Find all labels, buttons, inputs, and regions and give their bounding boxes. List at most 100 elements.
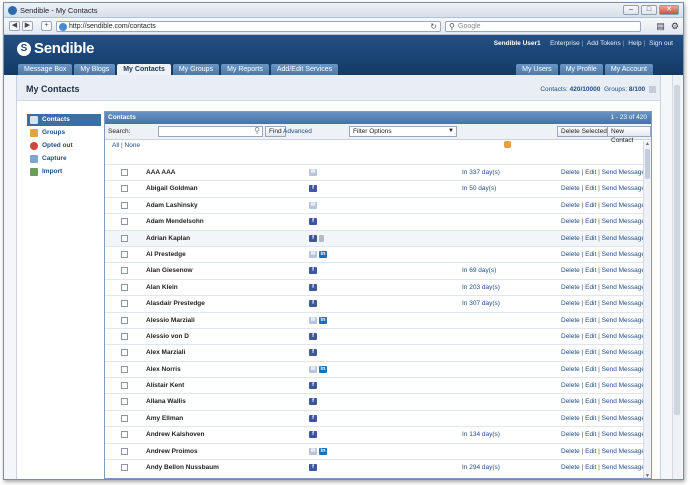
delete-link[interactable]: Delete	[561, 251, 580, 258]
panel-scrollbar[interactable]: ▲ ▼	[643, 141, 651, 478]
back-icon[interactable]: ◀	[9, 21, 20, 31]
send-message-link[interactable]: Send Message	[602, 317, 645, 324]
delete-link[interactable]: Delete	[561, 398, 580, 405]
tab-my-profile[interactable]: My Profile	[559, 64, 603, 75]
send-message-link[interactable]: Send Message	[602, 382, 645, 389]
contact-row[interactable]: Adam Mendelsohn f Delete | Edit | Send Mes…	[105, 213, 645, 229]
row-checkbox[interactable]	[121, 250, 128, 258]
row-checkbox[interactable]	[121, 234, 128, 242]
contact-name[interactable]: Alistair Kent	[146, 382, 184, 389]
delete-link[interactable]: Delete	[561, 300, 580, 307]
row-checkbox[interactable]	[121, 398, 128, 406]
page-menu-icon[interactable]: ▤	[656, 21, 665, 32]
refresh-icon[interactable]: ↻	[430, 22, 437, 31]
contact-row[interactable]: Alessio Marziali ✉ in Delete | Edit | Send …	[105, 311, 645, 328]
contact-name[interactable]: Alex Marziali	[146, 349, 185, 356]
contact-row[interactable]: Alan Giesenow f In 69 day(s) Delete | Edit …	[105, 262, 645, 278]
edit-link[interactable]: Edit	[585, 349, 596, 356]
close-button[interactable]: ✕	[659, 5, 679, 15]
tab-add-edit-services[interactable]: Add/Edit Services	[270, 64, 339, 75]
edit-link[interactable]: Edit	[585, 202, 596, 209]
link-sign-out[interactable]: Sign out	[649, 40, 673, 47]
reminder-due[interactable]: In 50 day(s)	[462, 185, 496, 192]
contact-name[interactable]: Al Prestedge	[146, 251, 186, 258]
scroll-down-icon[interactable]: ▼	[644, 473, 651, 478]
contact-name[interactable]: Alessio Marziali	[146, 317, 195, 324]
edit-link[interactable]: Edit	[585, 448, 596, 455]
reminder-due[interactable]: In 337 day(s)	[462, 169, 500, 176]
settings-gear-icon[interactable]: ⚙	[671, 21, 679, 32]
edit-link[interactable]: Edit	[585, 300, 596, 307]
edit-link[interactable]: Edit	[585, 284, 596, 291]
row-checkbox[interactable]	[121, 218, 128, 226]
row-checkbox[interactable]	[121, 201, 128, 209]
contact-row[interactable]: Abigail Goldman f In 50 day(s) Delete | Edi…	[105, 180, 645, 196]
contact-row[interactable]: Adrian Kaplan f Delete | Edit | Send Messa…	[105, 229, 645, 246]
row-checkbox[interactable]	[121, 300, 128, 308]
send-message-link[interactable]: Send Message	[602, 415, 645, 422]
contact-name[interactable]: Andy Bellon Nussbaum	[146, 464, 219, 471]
row-checkbox[interactable]	[121, 316, 128, 324]
delete-link[interactable]: Delete	[561, 366, 580, 373]
send-message-link[interactable]: Send Message	[602, 284, 645, 291]
contact-row[interactable]: Adam Lashinsky ✉ Delete | Edit | Send Mess…	[105, 196, 645, 213]
contact-row[interactable]: Al Prestedge ✉ in Delete | Edit | Send Mess…	[105, 245, 645, 262]
edit-link[interactable]: Edit	[585, 235, 596, 242]
delete-link[interactable]: Delete	[561, 169, 580, 176]
row-checkbox[interactable]	[121, 267, 128, 275]
minimize-button[interactable]: –	[623, 5, 639, 15]
edit-link[interactable]: Edit	[585, 218, 596, 225]
delete-link[interactable]: Delete	[561, 284, 580, 291]
link-help[interactable]: Help	[628, 40, 641, 47]
sidebar-item-contacts[interactable]: Contacts	[27, 114, 101, 126]
edit-link[interactable]: Edit	[585, 464, 596, 471]
send-message-link[interactable]: Send Message	[602, 169, 645, 176]
row-checkbox[interactable]	[121, 283, 128, 291]
tab-my-users[interactable]: My Users	[516, 64, 558, 75]
contact-search-input[interactable]: ⚲	[158, 126, 263, 137]
delete-link[interactable]: Delete	[561, 382, 580, 389]
contact-name[interactable]: Alan Klein	[146, 284, 178, 291]
advanced-link[interactable]: Advanced	[283, 128, 312, 135]
sidebar-item-capture[interactable]: Capture	[27, 153, 101, 165]
scroll-thumb[interactable]	[645, 149, 650, 179]
forward-icon[interactable]: ▶	[22, 21, 33, 31]
contact-name[interactable]: Alan Giesenow	[146, 267, 193, 274]
reminder-due[interactable]: In 69 day(s)	[462, 267, 496, 274]
send-message-link[interactable]: Send Message	[602, 218, 645, 225]
send-message-link[interactable]: Send Message	[602, 431, 645, 438]
row-checkbox[interactable]	[121, 431, 128, 439]
send-message-link[interactable]: Send Message	[602, 333, 645, 340]
row-checkbox[interactable]	[121, 349, 128, 357]
row-checkbox[interactable]	[121, 414, 128, 422]
reminder-due[interactable]: In 203 day(s)	[462, 284, 500, 291]
new-tab-icon[interactable]: +	[41, 21, 52, 31]
contact-name[interactable]: Alex Norris	[146, 366, 181, 373]
scroll-up-icon[interactable]: ▲	[644, 141, 651, 148]
edit-link[interactable]: Edit	[585, 382, 596, 389]
edit-link[interactable]: Edit	[585, 333, 596, 340]
delete-link[interactable]: Delete	[561, 431, 580, 438]
contact-name[interactable]: Alessio von D	[146, 333, 189, 340]
row-checkbox[interactable]	[121, 185, 128, 193]
delete-link[interactable]: Delete	[561, 267, 580, 274]
row-checkbox[interactable]	[121, 332, 128, 340]
print-icon[interactable]	[649, 86, 656, 93]
send-message-link[interactable]: Send Message	[602, 251, 645, 258]
tab-message-box[interactable]: Message Box	[18, 64, 73, 75]
contact-row[interactable]: Andrew Kalshoven f In 134 day(s) Delete | E…	[105, 426, 645, 442]
delete-selected-button[interactable]: Delete Selected	[557, 126, 611, 137]
send-message-link[interactable]: Send Message	[602, 235, 645, 242]
contact-name[interactable]: Andrew Kalshoven	[146, 431, 205, 438]
contact-name[interactable]: Abigail Goldman	[146, 185, 198, 192]
edit-link[interactable]: Edit	[585, 317, 596, 324]
contact-row[interactable]: Andrew Proimos ✉ in Delete | Edit | Send Me…	[105, 442, 645, 459]
send-message-link[interactable]: Send Message	[602, 300, 645, 307]
delete-link[interactable]: Delete	[561, 202, 580, 209]
delete-link[interactable]: Delete	[561, 464, 580, 471]
edit-link[interactable]: Edit	[585, 185, 596, 192]
maximize-button[interactable]: □	[641, 5, 657, 15]
browser-search[interactable]: ⚲ Google	[445, 21, 641, 32]
contact-name[interactable]: Alasdair Prestedge	[146, 300, 205, 307]
row-checkbox[interactable]	[121, 169, 128, 176]
